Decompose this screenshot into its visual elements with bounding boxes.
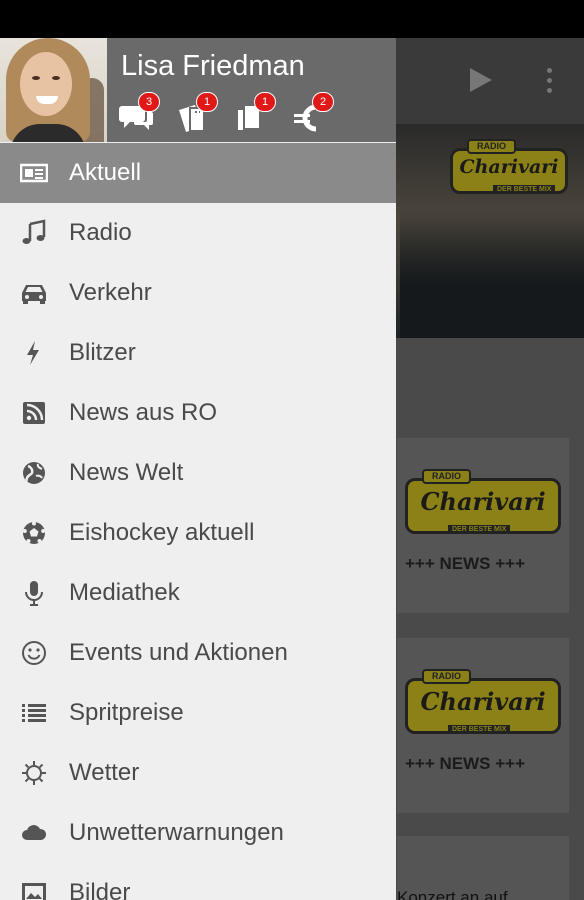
menu-item-wetter[interactable]: Wetter — [0, 743, 396, 803]
drawer-header: Lisa Friedman 3 1 1 2 — [0, 38, 396, 142]
card-news-label: +++ NEWS +++ — [405, 754, 526, 773]
news-card[interactable]: Konzert an auf — [397, 836, 569, 900]
card-news-label: +++ NEWS +++ — [405, 554, 526, 573]
payments-button[interactable]: 2 — [292, 92, 334, 134]
logo-brand: Charivari — [420, 487, 546, 516]
menu-item-verkehr[interactable]: Verkehr — [0, 263, 396, 323]
logo-radio-tag: RADIO — [467, 139, 516, 154]
charivari-logo: RADIO Charivari DER BESTE MIX — [405, 669, 561, 734]
menu-item-spritpreise[interactable]: Spritpreise — [0, 683, 396, 743]
header-shortcuts: 3 1 1 2 — [118, 92, 396, 138]
menu-item-label: Blitzer — [69, 339, 136, 366]
menu-item-bilder[interactable]: Bilder — [0, 863, 396, 900]
ball-icon — [22, 521, 46, 544]
charivari-logo: RADIO Charivari DER BESTE MIX — [450, 139, 568, 194]
menu-item-label: Bilder — [69, 879, 131, 900]
menu-item-mediathek[interactable]: Mediathek — [0, 563, 396, 623]
menu-item-unwetterwarnungen[interactable]: Unwetterwarnungen — [0, 803, 396, 863]
menu-item-events-und-aktionen[interactable]: Events und Aktionen — [0, 623, 396, 683]
play-icon[interactable] — [470, 68, 492, 92]
tickets-count-badge: 1 — [196, 92, 218, 112]
logo-claim: DER BESTE MIX — [448, 725, 511, 734]
menu-item-label: Radio — [69, 219, 132, 246]
menu-item-news-welt[interactable]: News Welt — [0, 443, 396, 503]
microphone-icon — [25, 581, 43, 606]
newspaper-icon — [20, 163, 48, 183]
lightning-icon — [27, 341, 39, 365]
card-teaser-text: Konzert an auf — [397, 888, 508, 900]
globe-icon — [23, 462, 45, 484]
tree-silhouette — [400, 208, 584, 338]
news-card[interactable]: RADIO Charivari DER BESTE MIX +++ NEWS +… — [397, 638, 569, 813]
logo-brand: Charivari — [459, 156, 559, 178]
menu-item-label: Aktuell — [69, 159, 142, 186]
logo-radio-tag: RADIO — [422, 469, 471, 484]
menu-item-radio[interactable]: Radio — [0, 203, 396, 263]
menu-item-label: Unwetterwarnungen — [69, 819, 284, 846]
overflow-menu-icon[interactable] — [545, 68, 553, 96]
menu-item-label: Mediathek — [69, 579, 180, 606]
menu-item-label: Eishockey aktuell — [69, 519, 255, 546]
payments-count-badge: 2 — [312, 92, 334, 112]
copy-button[interactable]: 1 — [234, 92, 276, 134]
logo-radio-tag: RADIO — [422, 669, 471, 684]
status-bar — [0, 0, 584, 38]
menu-item-eishockey-aktuell[interactable]: Eishockey aktuell — [0, 503, 396, 563]
copy-count-badge: 1 — [254, 92, 276, 112]
logo-claim: DER BESTE MIX — [448, 525, 511, 534]
menu-item-label: News Welt — [69, 459, 184, 486]
menu-item-aktuell[interactable]: Aktuell — [0, 143, 396, 203]
menu-item-label: Verkehr — [69, 279, 152, 306]
drawer-menu: Aktuell Radio Verkehr Blitzer News aus R… — [0, 143, 396, 900]
navigation-drawer: Lisa Friedman 3 1 1 2 Aktuell Radio Verk… — [0, 38, 396, 900]
menu-item-label: Events und Aktionen — [69, 639, 288, 666]
image-icon — [22, 883, 46, 900]
sun-icon — [22, 761, 46, 785]
charivari-logo: RADIO Charivari DER BESTE MIX — [405, 469, 561, 534]
smiley-icon — [22, 641, 46, 665]
menu-item-blitzer[interactable]: Blitzer — [0, 323, 396, 383]
user-name[interactable]: Lisa Friedman — [121, 50, 305, 83]
rss-icon — [23, 402, 45, 424]
tickets-button[interactable]: 1 — [176, 92, 218, 134]
messages-button[interactable]: 3 — [118, 92, 160, 134]
music-note-icon — [22, 219, 46, 244]
messages-count-badge: 3 — [138, 92, 160, 112]
logo-claim: DER BESTE MIX — [493, 185, 556, 194]
list-icon — [22, 704, 46, 722]
logo-brand: Charivari — [420, 687, 546, 716]
car-icon — [22, 285, 46, 304]
avatar[interactable] — [0, 38, 107, 142]
menu-item-news-aus-ro[interactable]: News aus RO — [0, 383, 396, 443]
news-card[interactable]: RADIO Charivari DER BESTE MIX +++ NEWS +… — [397, 438, 569, 613]
menu-item-label: Wetter — [69, 759, 140, 786]
menu-item-label: Spritpreise — [69, 699, 184, 726]
cloud-icon — [22, 825, 47, 840]
menu-item-label: News aus RO — [69, 399, 218, 426]
